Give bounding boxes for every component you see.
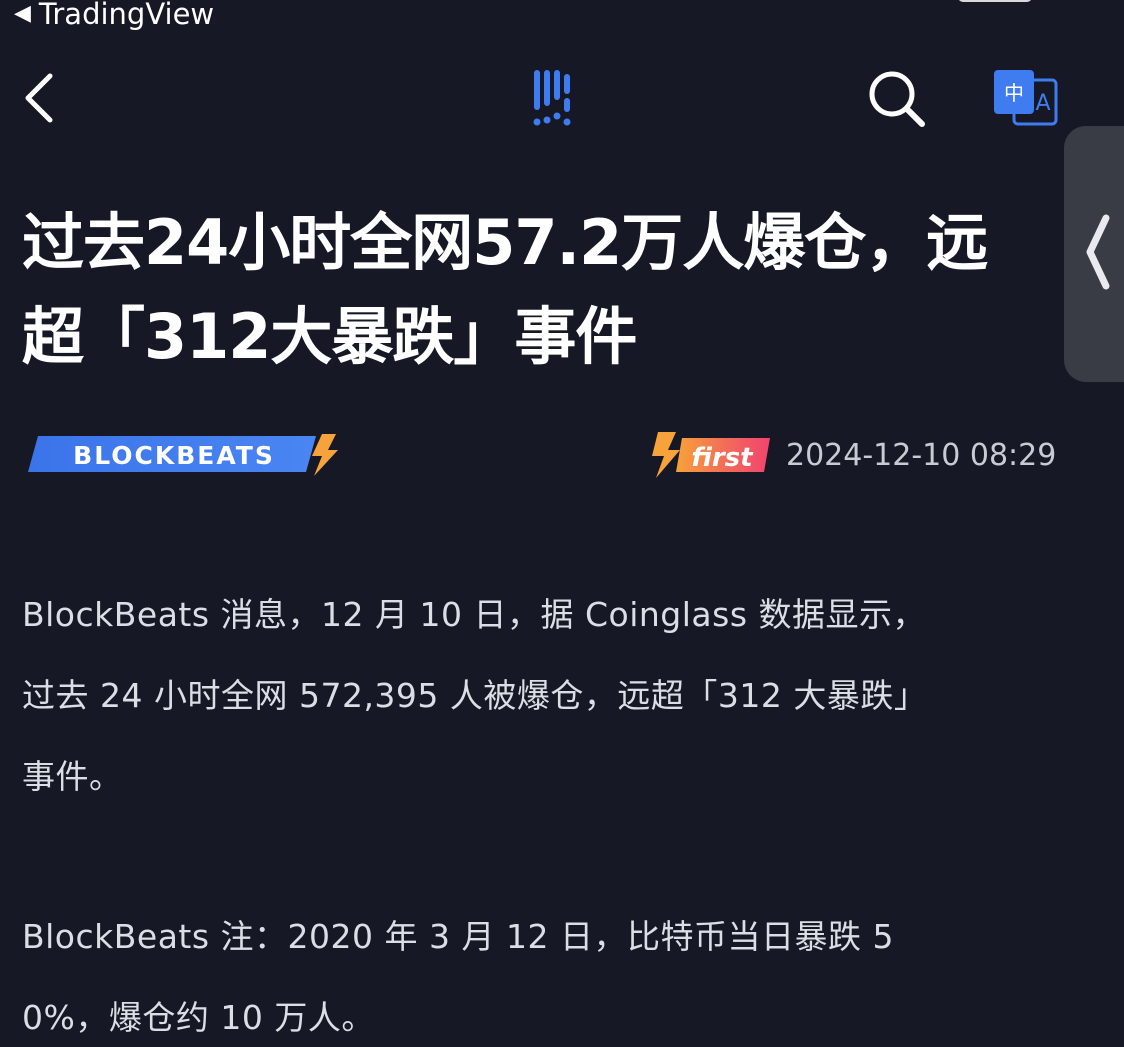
article-paragraph: BlockBeats 注：2020 年 3 月 12 日，比特币当日暴跌 5 0… [22, 896, 1096, 1047]
paragraph-line: 过去 24 小时全网 572,395 人被爆仓，远超「312 大暴跌」 [22, 676, 928, 715]
status-back-to-app[interactable]: ◀ TradingView [14, 0, 214, 34]
title-line: 过去24小时全网57.2万人爆仓，远 [22, 206, 988, 279]
back-triangle-icon: ◀ [14, 1, 31, 26]
chevron-left-icon [1086, 214, 1110, 290]
translate-icon: 中 A [994, 70, 1058, 126]
back-button[interactable] [18, 68, 68, 128]
lightning-icon [312, 434, 338, 476]
paragraph-line: BlockBeats 消息，12 月 10 日，据 Coinglass 数据显示… [22, 595, 927, 634]
paragraph-line: 事件。 [22, 757, 123, 796]
paragraph-line: BlockBeats 注：2020 年 3 月 12 日，比特币当日暴跌 5 [22, 917, 894, 956]
source-logo[interactable]: BLOCKBEATS [24, 432, 340, 476]
translate-en-glyph: A [1035, 91, 1050, 116]
search-button[interactable] [864, 68, 930, 130]
status-back-app-label: TradingView [38, 0, 215, 31]
source-name: BLOCKBEATS [73, 441, 275, 470]
translate-zh-glyph: 中 [1004, 81, 1024, 105]
status-indicator [958, 0, 1032, 2]
article-title: 过去24小时全网57.2万人爆仓，远 超「312大暴跌」事件 [22, 196, 1082, 384]
translate-button[interactable]: 中 A [990, 66, 1062, 132]
chevron-left-icon [25, 73, 53, 123]
title-line: 超「312大暴跌」事件 [22, 300, 637, 373]
search-icon [869, 71, 925, 127]
blockbeats-logo-icon[interactable] [530, 66, 580, 130]
first-badge: first [652, 430, 774, 480]
article-paragraph: BlockBeats 消息，12 月 10 日，据 Coinglass 数据显示… [22, 574, 1096, 817]
paragraph-line: 0%，爆仓约 10 万人。 [22, 998, 375, 1037]
publish-datetime: 2024-12-10 08:29 [786, 438, 1057, 473]
lightning-icon [652, 432, 680, 478]
first-badge-label: first [691, 443, 754, 473]
